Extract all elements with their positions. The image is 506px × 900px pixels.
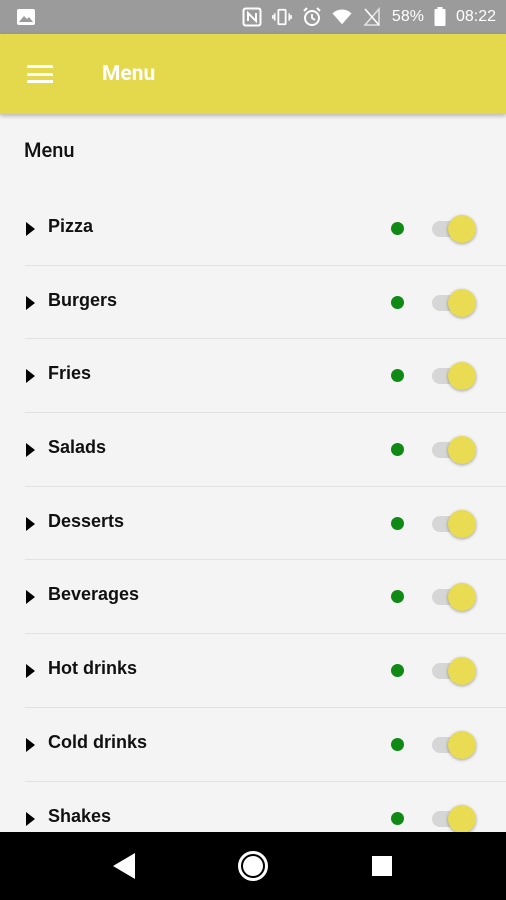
hamburger-icon xyxy=(27,65,53,83)
app-bar: Menu xyxy=(0,34,506,114)
app-title: Menu xyxy=(102,62,156,86)
category-label: Cold drinks xyxy=(48,731,148,752)
nfc-icon xyxy=(242,7,262,27)
recents-icon xyxy=(371,856,392,876)
menu-category-row[interactable]: Pizza xyxy=(0,192,506,266)
menu-list: Pizza Burgers Fries Salads Desserts Beverages… xyxy=(0,192,506,832)
category-label: Desserts xyxy=(48,510,125,531)
expand-caret-icon[interactable] xyxy=(26,369,35,384)
home-button[interactable] xyxy=(223,836,283,896)
status-right: 58% 08:22 xyxy=(242,7,496,27)
back-button[interactable] xyxy=(94,836,154,896)
navigation-bar xyxy=(0,832,506,900)
availability-dot xyxy=(391,222,404,235)
availability-dot xyxy=(391,737,404,751)
content-area: Menu Pizza Burgers Fries Salads Desserts Beve… xyxy=(0,114,506,832)
availability-dot xyxy=(391,443,404,457)
status-left xyxy=(16,7,242,27)
gallery-icon xyxy=(16,7,36,27)
expand-caret-icon[interactable] xyxy=(26,590,35,605)
category-label: Pizza xyxy=(48,216,94,236)
category-label: Burgers xyxy=(48,289,118,310)
availability-toggle[interactable] xyxy=(432,582,478,612)
no-signal-icon xyxy=(362,7,382,27)
availability-toggle[interactable] xyxy=(432,804,478,832)
menu-category-row[interactable]: Cold drinks xyxy=(0,708,506,782)
availability-toggle[interactable] xyxy=(432,509,478,539)
expand-caret-icon[interactable] xyxy=(26,516,35,531)
menu-category-row[interactable]: Fries xyxy=(0,339,506,414)
availability-toggle[interactable] xyxy=(432,730,478,760)
expand-caret-icon[interactable] xyxy=(26,737,35,752)
availability-dot xyxy=(391,516,404,530)
expand-caret-icon[interactable] xyxy=(26,295,35,310)
menu-category-row[interactable]: Beverages xyxy=(0,560,506,635)
menu-category-row[interactable]: Salads xyxy=(0,413,506,487)
availability-toggle[interactable] xyxy=(432,361,478,391)
availability-dot xyxy=(391,369,404,383)
menu-category-row[interactable]: Hot drinks xyxy=(0,634,506,708)
expand-caret-icon[interactable] xyxy=(26,222,35,236)
availability-dot xyxy=(391,295,404,309)
expand-caret-icon[interactable] xyxy=(26,811,35,826)
availability-toggle[interactable] xyxy=(432,214,478,244)
clock: 08:22 xyxy=(455,8,496,25)
status-bar: 58% 08:22 xyxy=(0,0,506,34)
vibrate-icon xyxy=(272,7,292,27)
availability-dot xyxy=(391,811,404,825)
availability-toggle[interactable] xyxy=(432,435,478,465)
section-title: Menu xyxy=(24,138,75,162)
home-icon xyxy=(237,851,268,881)
menu-category-row[interactable]: Burgers xyxy=(0,266,506,340)
availability-dot xyxy=(391,590,404,604)
availability-toggle[interactable] xyxy=(432,656,478,686)
alarm-icon xyxy=(302,7,322,27)
back-icon xyxy=(113,853,136,879)
category-label: Beverages xyxy=(48,584,140,605)
category-label: Hot drinks xyxy=(48,658,138,679)
menu-button[interactable] xyxy=(0,34,80,114)
battery-percent: 58% xyxy=(391,8,424,25)
expand-caret-icon[interactable] xyxy=(26,443,35,458)
availability-toggle[interactable] xyxy=(432,288,478,318)
availability-dot xyxy=(391,664,404,678)
category-label: Salads xyxy=(48,437,107,458)
battery-icon xyxy=(434,7,446,27)
wifi-icon xyxy=(332,7,352,27)
menu-category-row[interactable]: Desserts xyxy=(0,487,506,561)
expand-caret-icon[interactable] xyxy=(26,664,35,679)
category-label: Shakes xyxy=(48,805,112,826)
recents-button[interactable] xyxy=(352,836,412,896)
category-label: Fries xyxy=(48,363,92,384)
menu-category-row[interactable]: Shakes xyxy=(0,782,506,832)
